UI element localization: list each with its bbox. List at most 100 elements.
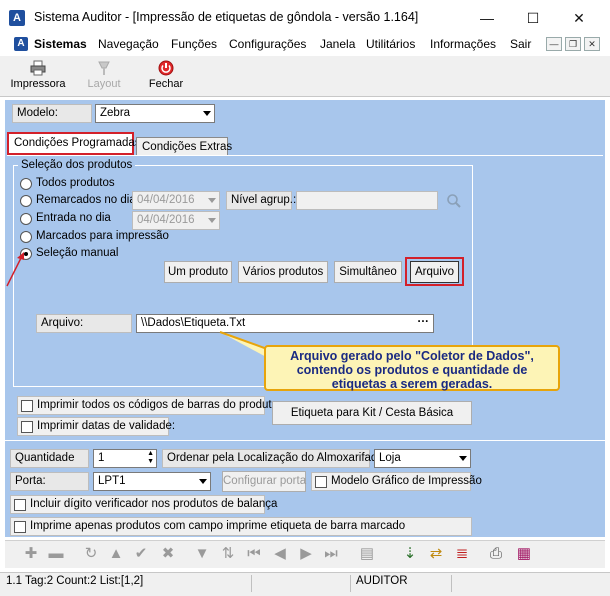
radio-marcados-label: Marcados para impressão bbox=[36, 230, 169, 242]
menu-janela[interactable]: Janela bbox=[320, 37, 355, 51]
cancel-icon[interactable]: ✖ bbox=[159, 546, 177, 562]
quantidade-value: 1 bbox=[98, 452, 105, 464]
close-button[interactable]: ✕ bbox=[556, 4, 602, 32]
mdi-minimize-button[interactable]: — bbox=[546, 37, 562, 51]
imprime-apenas-label: Imprime apenas produtos com campo imprim… bbox=[30, 520, 406, 532]
window-title: Sistema Auditor - [Impressão de etiqueta… bbox=[34, 10, 419, 24]
power-icon bbox=[158, 60, 174, 76]
callout-line-3: etiquetas a serem geradas. bbox=[331, 377, 493, 391]
chevron-down-icon bbox=[208, 218, 216, 223]
printer-icon bbox=[30, 60, 46, 76]
status-cell-empty bbox=[253, 575, 351, 592]
chevron-down-icon bbox=[459, 456, 467, 461]
menu-utilitarios[interactable]: Utilitários bbox=[366, 37, 415, 51]
bookmark-icon[interactable]: ▤ bbox=[358, 546, 376, 562]
clear-icon[interactable]: ≣ bbox=[453, 546, 471, 562]
add-icon[interactable]: ✚ bbox=[22, 546, 40, 562]
menu-funcoes[interactable]: Funções bbox=[171, 37, 217, 51]
import-icon[interactable]: ⇄ bbox=[427, 546, 445, 562]
ellipsis-icon[interactable]: ··· bbox=[418, 316, 430, 328]
radio-remarcados[interactable] bbox=[20, 195, 32, 207]
layout-button[interactable]: Layout bbox=[86, 58, 122, 94]
menu-sair[interactable]: Sair bbox=[510, 37, 531, 51]
impressora-button[interactable]: Impressora bbox=[10, 58, 66, 94]
chevron-down-icon bbox=[208, 198, 216, 203]
search-icon[interactable] bbox=[446, 193, 462, 209]
tab-divider bbox=[7, 155, 603, 156]
imprimir-codigos-checkbox[interactable] bbox=[21, 400, 33, 412]
incluir-digito-checkbox[interactable] bbox=[14, 499, 26, 511]
modelo-select[interactable]: Zebra bbox=[95, 104, 215, 123]
quantidade-stepper[interactable]: 1 ▲ ▼ bbox=[93, 449, 157, 468]
porta-select[interactable]: LPT1 bbox=[93, 472, 211, 491]
next-record-icon[interactable]: ▶ bbox=[297, 546, 315, 562]
date-remarcados[interactable]: 04/04/2016 bbox=[132, 191, 220, 210]
arquivo-label: Arquivo: bbox=[36, 314, 132, 333]
modelo-grafico-label: Modelo Gráfico de Impressão bbox=[331, 475, 482, 487]
stepper-arrows-icon[interactable]: ▲ ▼ bbox=[147, 450, 154, 466]
callout-line-1: Arquivo gerado pelo "Coletor de Dados", bbox=[290, 349, 534, 363]
minimize-button[interactable]: — bbox=[464, 4, 510, 32]
calendar-icon[interactable]: ▦ bbox=[515, 546, 533, 562]
radio-entrada-label: Entrada no dia bbox=[36, 212, 111, 224]
status-cell-extra bbox=[453, 575, 608, 592]
prior-record-icon[interactable]: ◀ bbox=[271, 546, 289, 562]
impressora-label: Impressora bbox=[10, 78, 66, 90]
menu-app-icon: A bbox=[14, 37, 28, 51]
status-cell-info: 1.1 Tag:2 Count:2 List:[1,2] bbox=[2, 575, 252, 592]
export-icon[interactable]: ⇣ bbox=[401, 546, 419, 562]
red-arrow-icon bbox=[6, 252, 24, 287]
menu-navegacao[interactable]: Navegação bbox=[98, 37, 159, 51]
modelo-label: Modelo: bbox=[12, 104, 92, 123]
incluir-digito-label: Incluir dígito verificador nos produtos … bbox=[30, 498, 278, 510]
ordenar-select[interactable]: Loja bbox=[374, 449, 471, 468]
status-cell-user: AUDITOR bbox=[352, 575, 452, 592]
menu-configuracoes[interactable]: Configurações bbox=[229, 37, 306, 51]
print-icon[interactable]: ⎙ bbox=[487, 546, 505, 562]
chevron-down-icon bbox=[199, 479, 207, 484]
imprimir-datas-label: Imprimir datas de validade: bbox=[37, 420, 176, 432]
menu-informacoes[interactable]: Informações bbox=[430, 37, 496, 51]
layout-icon bbox=[98, 61, 110, 75]
imprime-apenas-checkbox[interactable] bbox=[14, 521, 26, 533]
radio-todos-label: Todos produtos bbox=[36, 177, 115, 189]
tab-condicoes-programadas[interactable]: Condições Programadas bbox=[7, 132, 141, 155]
modelo-value: Zebra bbox=[100, 107, 131, 119]
ordenar-value: Loja bbox=[379, 452, 401, 464]
arquivo-value: \\Dados\Etiqueta.Txt bbox=[141, 317, 246, 329]
check-icon[interactable]: ✔ bbox=[132, 546, 150, 562]
remove-icon[interactable]: ▬ bbox=[47, 546, 65, 562]
imprimir-datas-checkbox[interactable] bbox=[21, 421, 33, 433]
up-icon[interactable]: ▲ bbox=[107, 546, 125, 562]
fechar-button[interactable]: Fechar bbox=[146, 58, 186, 94]
etiqueta-kit-button[interactable]: Etiqueta para Kit / Cesta Básica bbox=[272, 401, 472, 425]
mdi-close-button[interactable]: ✕ bbox=[584, 37, 600, 51]
last-record-icon[interactable]: ⏭ bbox=[322, 546, 340, 562]
date-entrada[interactable]: 04/04/2016 bbox=[132, 211, 220, 230]
refresh-icon[interactable]: ↻ bbox=[82, 546, 100, 562]
menu-sistemas[interactable]: Sistemas bbox=[34, 37, 87, 51]
filter-icon[interactable]: ▼ bbox=[193, 546, 211, 562]
modelo-grafico-checkbox[interactable] bbox=[315, 476, 327, 488]
app-icon: A bbox=[9, 10, 25, 26]
nivel-input[interactable] bbox=[296, 191, 438, 210]
radio-selecao-manual-label: Seleção manual bbox=[36, 247, 119, 259]
tab-condicoes-extras[interactable]: Condições Extras bbox=[136, 137, 232, 156]
arquivo-button[interactable]: Arquivo bbox=[410, 261, 459, 283]
layout-label: Layout bbox=[87, 78, 121, 90]
radio-entrada[interactable] bbox=[20, 213, 32, 225]
imprimir-codigos-label: Imprimir todos os códigos de barras do p… bbox=[37, 399, 278, 411]
sort-icon[interactable]: ⇅ bbox=[219, 546, 237, 562]
mdi-restore-button[interactable]: ❐ bbox=[565, 37, 581, 51]
first-record-icon[interactable]: ⏮ bbox=[245, 546, 263, 562]
radio-todos-produtos[interactable] bbox=[20, 178, 32, 190]
maximize-button[interactable]: ☐ bbox=[510, 4, 556, 32]
porta-value: LPT1 bbox=[98, 475, 126, 487]
radio-marcados[interactable] bbox=[20, 231, 32, 243]
simultaneo-button[interactable]: Simultâneo bbox=[334, 261, 402, 283]
um-produto-button[interactable]: Um produto bbox=[164, 261, 232, 283]
porta-label: Porta: bbox=[10, 472, 89, 491]
configurar-porta-button[interactable]: Configurar porta bbox=[222, 471, 306, 492]
varios-produtos-button[interactable]: Vários produtos bbox=[238, 261, 328, 283]
radio-remarcados-label: Remarcados no dia bbox=[36, 194, 136, 206]
